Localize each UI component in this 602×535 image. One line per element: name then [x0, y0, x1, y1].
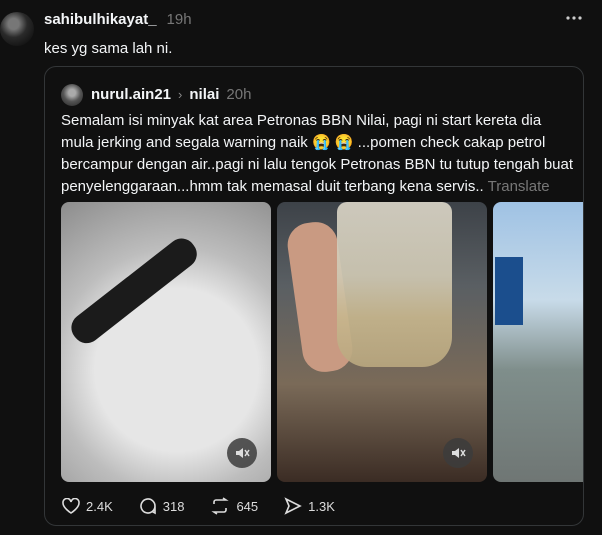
quoted-text: Semalam isi minyak kat area Petronas BBN…: [61, 110, 576, 198]
media-content: [495, 257, 523, 325]
reply-count: 318: [162, 498, 185, 514]
post-time: 19h: [166, 11, 192, 28]
heart-icon: [62, 498, 80, 514]
quoted-location[interactable]: nilai: [189, 86, 219, 103]
repost-button[interactable]: 645: [210, 497, 258, 515]
quoted-post[interactable]: nurul.ain21 › nilai 20h Semalam isi miny…: [44, 66, 584, 526]
share-icon: [284, 497, 302, 515]
repost-icon: [211, 497, 230, 515]
quoted-time: 20h: [226, 86, 252, 103]
mute-icon[interactable]: [443, 438, 473, 468]
quoted-avatar[interactable]: [61, 84, 83, 106]
quoted-header: nurul.ain21 › nilai 20h: [91, 86, 251, 103]
username[interactable]: sahibulhikayat_: [44, 11, 157, 28]
translate-link[interactable]: Translate: [488, 178, 550, 195]
comment-icon: [139, 498, 156, 515]
post-header: sahibulhikayat_ 19h: [44, 11, 192, 28]
avatar[interactable]: [0, 12, 34, 46]
repost-count: 645: [236, 498, 259, 514]
like-count: 2.4K: [86, 498, 113, 514]
media-item[interactable]: [277, 202, 487, 482]
like-button[interactable]: 2.4K: [62, 498, 113, 514]
media-item[interactable]: [493, 202, 583, 482]
action-bar: 2.4K 318 645 1.3K: [62, 497, 361, 515]
media-content: [337, 202, 452, 367]
more-icon[interactable]: [564, 8, 584, 28]
share-button[interactable]: 1.3K: [284, 497, 335, 515]
media-content: [65, 232, 203, 349]
share-count: 1.3K: [308, 498, 335, 514]
post-text: kes yg sama lah ni.: [44, 40, 173, 57]
mute-icon[interactable]: [227, 438, 257, 468]
reply-button[interactable]: 318: [139, 497, 185, 515]
chevron-right-icon: ›: [178, 87, 183, 102]
quoted-username[interactable]: nurul.ain21: [91, 86, 171, 103]
media-item[interactable]: [61, 202, 271, 482]
